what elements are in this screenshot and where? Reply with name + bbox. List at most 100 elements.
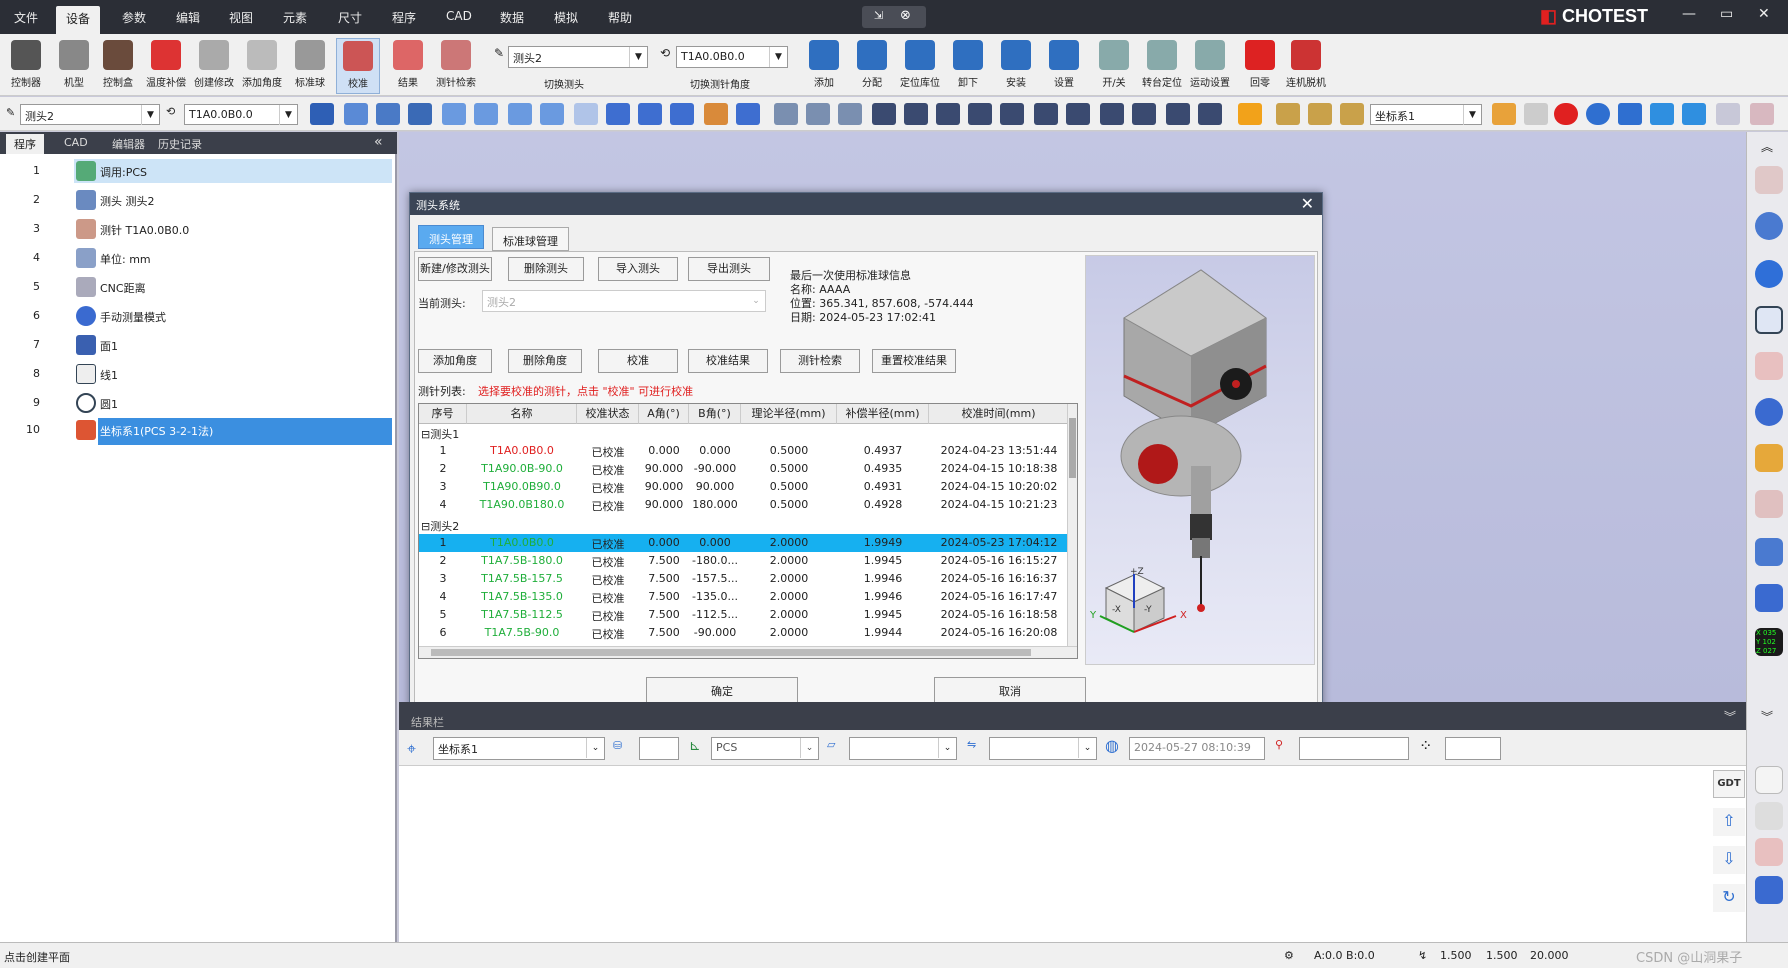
angle-icon[interactable] [806,103,830,125]
table-row[interactable]: 2 T1A90.0B-90.0 已校准 90.000 -90.000 0.5000 0.49… [419,460,1069,478]
gdt-button[interactable]: GDT [1713,770,1745,798]
tree-row[interactable]: 1 调用:PCS [0,158,397,184]
tree-row[interactable]: 10 坐标系1(PCS 3-2-1法) [0,417,397,445]
machine-button[interactable]: 机型 [52,38,96,94]
play-icon[interactable] [1586,103,1610,125]
distance-icon[interactable] [774,103,798,125]
cnc-icon[interactable] [1238,103,1262,125]
step-forward-icon[interactable] [1650,103,1674,125]
datum-icon[interactable] [1308,103,1332,125]
menu-edit[interactable]: 编辑 [176,9,200,26]
table-row[interactable]: 4 T1A7.5B-135.0 已校准 7.500 -135.0... 2.0000 1.9… [419,588,1069,606]
delete-angle-button[interactable]: 删除角度 [508,349,582,373]
comment-icon[interactable] [1755,538,1783,566]
sphere-view-icon[interactable] [1755,260,1783,288]
tree-row[interactable]: 3 测针 T1A0.0B0.0 [0,216,397,242]
table-row[interactable]: 4 T1A90.0B180.0 已校准 90.000 180.000 0.5000 0.49… [419,496,1069,514]
menu-view[interactable]: 视图 [229,9,253,26]
col-header-comp-radius[interactable]: 补偿半径(mm) [837,404,929,424]
surface-tool-icon[interactable] [736,103,760,125]
sphere-tool-icon[interactable] [606,103,630,125]
controller-button[interactable]: 控制器 [4,38,48,94]
group-row[interactable]: ⊟测头2 [419,516,1069,534]
tree-row[interactable]: 5 CNC距离 [0,274,397,300]
col-header-name[interactable]: 名称 [467,404,577,424]
circle-tool-icon[interactable] [442,103,466,125]
tree-row[interactable]: 9 圆1 [0,390,397,416]
table-row-selected[interactable]: 1 T1A0.0B0.0 已校准 0.000 0.000 2.0000 1.9949 2024… [419,534,1069,552]
add-rack-button[interactable]: 添加 [802,38,846,94]
tree-row[interactable]: 8 线1 [0,361,397,387]
menu-simulate[interactable]: 模拟 [554,9,578,26]
delete-probe-button[interactable]: 删除测头 [508,257,584,281]
color-cube-icon[interactable] [1755,444,1783,472]
multi-feature-icon[interactable] [310,103,334,125]
arrow-down-icon[interactable]: ⇩ [1713,846,1745,874]
export-probe-button[interactable]: 导出测头 [688,257,770,281]
import-probe-button[interactable]: 导入测头 [598,257,678,281]
refresh-icon[interactable]: ↻ [1713,884,1745,912]
roundness-icon[interactable] [936,103,960,125]
polygon-tool-icon[interactable] [574,103,598,125]
clip-icon[interactable] [1755,352,1783,380]
pcs-select[interactable]: PCS ⌄ [711,737,819,760]
minimize-icon[interactable]: — [1682,6,1696,22]
stylus-search-dialog-button[interactable]: 测针检索 [780,349,860,373]
reset-calibration-button[interactable]: 重置校准结果 [872,349,956,373]
straightness-icon[interactable] [872,103,896,125]
install-button[interactable]: 安装 [994,38,1038,94]
cylinder-tool-icon[interactable] [638,103,662,125]
horizontal-scrollbar[interactable] [419,646,1077,658]
stop-icon[interactable] [1554,103,1578,125]
fit-view-icon[interactable] [1755,306,1783,334]
chevron-down-double-icon[interactable]: ︾ [1761,708,1773,725]
coordinate-system-select[interactable]: 坐标系1 ▼ [1370,104,1482,125]
arrow-up-icon[interactable]: ⇧ [1713,808,1745,836]
temp-comp-button[interactable]: 温度补偿 [144,38,188,94]
tree-row[interactable]: 7 面1 [0,332,397,358]
coordinate-readout-icon[interactable]: X 035 Y 102 Z 027 [1755,628,1783,656]
list-icon[interactable] [1618,103,1642,125]
tab-program[interactable]: 程序 [6,134,44,154]
menu-data[interactable]: 数据 [500,9,524,26]
col-header-index[interactable]: 序号 [419,404,467,424]
axes-icon[interactable] [1755,166,1783,194]
tree-row[interactable]: 2 测头 测头2 [0,187,397,213]
chevron-up-icon[interactable]: ︽ [1761,138,1773,155]
onoff-button[interactable]: 开/关 [1092,38,1136,94]
close-window-icon[interactable]: ✕ [1758,6,1770,22]
slot-tool-icon[interactable] [508,103,532,125]
rectangle-tool-icon[interactable] [474,103,498,125]
tab-history[interactable]: 历史记录 [158,136,202,152]
torus-tool-icon[interactable] [704,103,728,125]
perpendicularity-icon[interactable] [1034,103,1058,125]
toolbar-probe-select[interactable]: 测头2 ▼ [20,104,160,125]
calibrate-button[interactable]: 校准 [336,38,380,94]
filter-select[interactable]: ⌄ [989,737,1097,760]
parallelism-icon[interactable] [1000,103,1024,125]
new-modify-probe-button[interactable]: 新建/修改测头 [418,257,492,281]
collapse-left-icon[interactable]: « [374,134,383,150]
align-icon[interactable] [1492,103,1516,125]
table-row[interactable]: 6 T1A7.5B-90.0 已校准 7.500 -90.000 2.0000 1.9944… [419,624,1069,642]
menu-help[interactable]: 帮助 [608,9,632,26]
home-button[interactable]: 回零 [1238,38,1282,94]
unload-button[interactable]: 卸下 [946,38,990,94]
vertical-scrollbar[interactable] [1067,404,1077,646]
origin-icon[interactable] [1340,103,1364,125]
concentricity-icon[interactable] [1100,103,1124,125]
ellipse-tool-icon[interactable] [540,103,564,125]
value-field-2[interactable] [1299,737,1409,760]
tab-sphere-management[interactable]: 标准球管理 [492,227,569,251]
dialog-close-icon[interactable]: ✕ [1301,194,1314,213]
flatness-icon[interactable] [904,103,928,125]
menu-program[interactable]: 程序 [392,9,416,26]
eye-icon[interactable] [1755,212,1783,240]
settings-button[interactable]: 设置 [1042,38,1086,94]
flag-red-icon[interactable] [1755,838,1783,866]
stylus-search-button[interactable]: 测针检索 [434,38,478,94]
axis-icon[interactable] [1276,103,1300,125]
tab-probe-management[interactable]: 测头管理 [418,225,484,249]
cylindricity-icon[interactable] [968,103,992,125]
table-row[interactable]: 3 T1A7.5B-157.5 已校准 7.500 -157.5... 2.0000 1.9… [419,570,1069,588]
